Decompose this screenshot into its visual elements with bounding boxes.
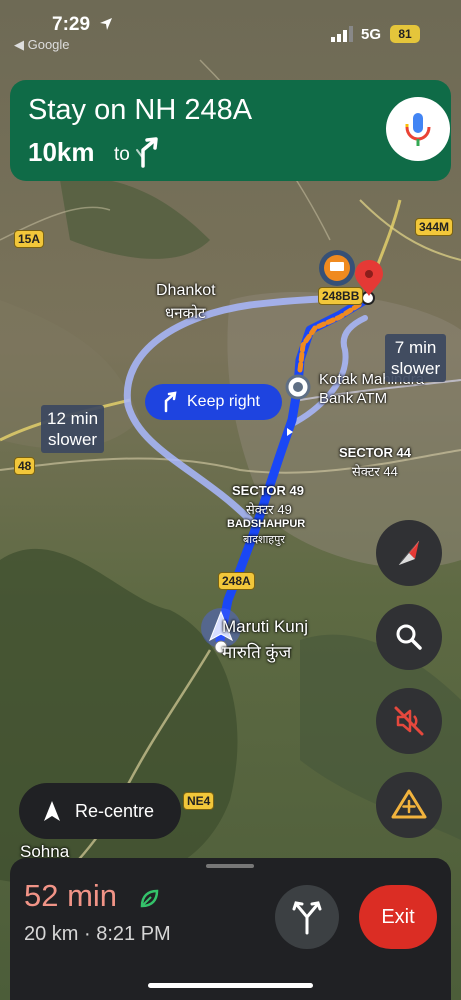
- exit-navigation-button[interactable]: Exit: [359, 885, 437, 949]
- sheet-handle[interactable]: [206, 864, 254, 868]
- direction-banner[interactable]: Stay on NH 248A 10km to: [10, 80, 451, 181]
- back-to-app-link[interactable]: ◀ Google: [14, 37, 70, 53]
- recentre-button[interactable]: Re-centre: [19, 783, 181, 839]
- eta-duration: 52 min: [24, 878, 118, 913]
- place-label: बादशाहपुर: [243, 534, 285, 546]
- alt-route-time: 12 min: [47, 409, 99, 428]
- network-type: 5G: [361, 26, 382, 43]
- place-label: SECTOR 49: [232, 483, 305, 498]
- warning-plus-icon: [391, 789, 427, 819]
- status-time: 7:29: [52, 14, 91, 35]
- alternate-routes-button[interactable]: [275, 885, 339, 949]
- place-label: मारुति कुंज: [222, 643, 292, 662]
- volume-muted-icon: [394, 706, 424, 736]
- navigation-arrow-icon: [44, 801, 60, 821]
- place-label: सेक्टर 49: [246, 502, 292, 517]
- place-label: Dhankot: [156, 282, 216, 299]
- instruction-text: Stay on NH 248A: [28, 94, 253, 126]
- fuel-station-marker: [319, 250, 355, 286]
- search-button[interactable]: [376, 604, 442, 670]
- place-label: SECTOR 44: [339, 445, 412, 460]
- road-shield: 48: [14, 457, 36, 475]
- battery-indicator: 81: [390, 25, 420, 43]
- home-indicator[interactable]: [148, 983, 313, 988]
- microphone-icon: [405, 113, 431, 146]
- to-label: to: [114, 144, 130, 165]
- compass-button[interactable]: [376, 520, 442, 586]
- alt-route-label[interactable]: 7 min slower: [385, 334, 447, 382]
- report-incident-button[interactable]: [376, 772, 442, 838]
- alt-route-time: 7 min: [394, 338, 437, 357]
- alt-route-label[interactable]: 12 min slower: [41, 405, 105, 453]
- place-label: Bank ATM: [319, 390, 388, 407]
- alt-route-note: slower: [391, 359, 441, 378]
- recentre-label: Re-centre: [75, 801, 155, 821]
- keep-right-icon: [164, 391, 177, 413]
- road-shield: NE4: [183, 792, 215, 810]
- status-bar: 7:29 ◀ Google 5G 81: [0, 0, 461, 60]
- location-arrow-icon: [100, 18, 112, 30]
- trip-summary-sheet[interactable]: 52 min 20 km · 8:21 PM Exit: [10, 858, 451, 1000]
- next-maneuver-distance: 10km: [28, 137, 95, 167]
- place-label: सेक्टर 44: [352, 464, 398, 479]
- route-fork-icon: [292, 901, 322, 935]
- place-label: Maruti Kunj: [222, 617, 308, 636]
- place-label: BADSHAHPUR: [227, 518, 306, 530]
- slight-right-arrow-icon: [136, 137, 158, 168]
- maneuver-chip-label: Keep right: [187, 393, 260, 410]
- eco-leaf-icon: [140, 889, 159, 908]
- signal-icon: [331, 26, 353, 42]
- road-shield: 344M: [415, 218, 454, 236]
- road-shield: 248A: [218, 572, 255, 590]
- compass-icon: [398, 540, 420, 566]
- search-icon: [396, 624, 422, 650]
- road-shield: 248BB: [318, 287, 364, 305]
- atm-marker: [285, 374, 311, 400]
- place-label: धनकोट: [165, 305, 206, 322]
- road-shield: 15A: [14, 230, 45, 248]
- maneuver-chip: Keep right: [145, 384, 282, 420]
- mute-button[interactable]: [376, 688, 442, 754]
- voice-search-button[interactable]: [386, 97, 450, 161]
- alt-route-note: slower: [47, 430, 98, 449]
- eta-distance-arrival: 20 km · 8:21 PM: [24, 923, 171, 945]
